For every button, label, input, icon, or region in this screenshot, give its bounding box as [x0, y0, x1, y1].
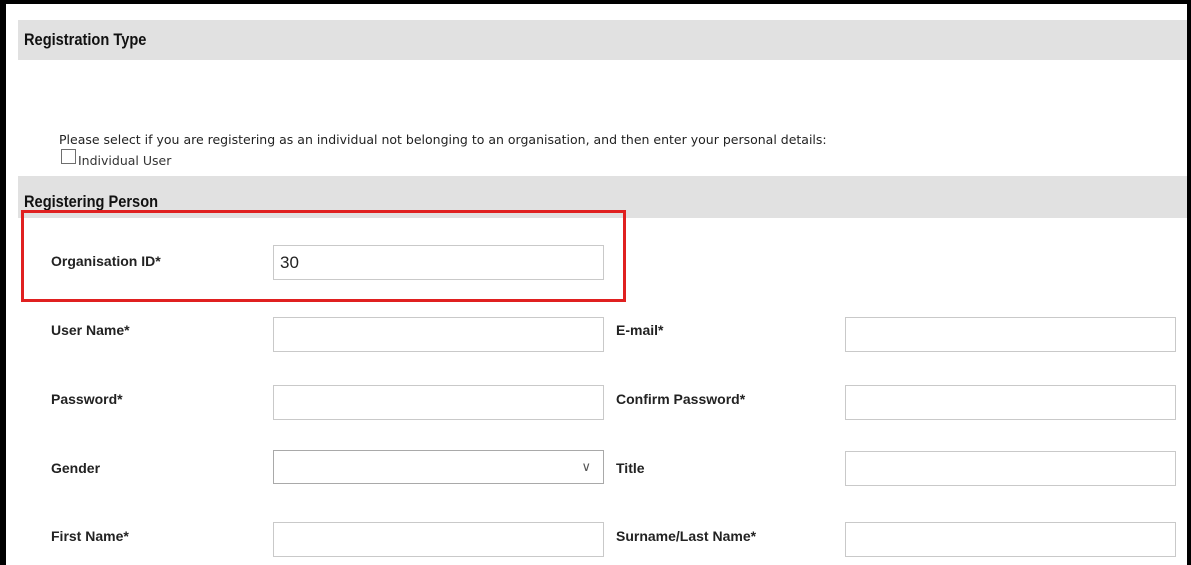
individual-user-checkbox[interactable] — [61, 149, 76, 164]
title-input[interactable] — [845, 451, 1176, 486]
registration-intro-text: Please select if you are registering as … — [59, 132, 827, 147]
individual-user-label[interactable]: Individual User — [78, 154, 171, 168]
title-label: Title — [616, 460, 645, 476]
section-title: Registration Type — [24, 30, 147, 49]
password-input[interactable] — [273, 385, 604, 420]
organisation-id-label: Organisation ID* — [51, 253, 161, 269]
user-name-input[interactable] — [273, 317, 604, 352]
chevron-down-icon[interactable]: ∨ — [581, 460, 591, 475]
first-name-label: First Name* — [51, 528, 129, 544]
first-name-input[interactable] — [273, 522, 604, 557]
email-label: E-mail* — [616, 322, 664, 338]
section-header-registering-person: Registering Person — [18, 176, 1187, 218]
user-name-label: User Name* — [51, 322, 130, 338]
registration-form: Registration Type Please select if you a… — [0, 0, 1191, 565]
last-name-label: Surname/Last Name* — [616, 528, 757, 544]
last-name-input[interactable] — [845, 522, 1176, 557]
individual-user-option[interactable]: Individual User — [61, 149, 171, 168]
confirm-password-label: Confirm Password* — [616, 391, 746, 407]
section-title: Registering Person — [24, 192, 159, 211]
password-label: Password* — [51, 391, 123, 407]
gender-label: Gender — [51, 460, 101, 476]
gender-select[interactable]: ∨ — [273, 450, 604, 484]
email-input[interactable] — [845, 317, 1176, 352]
section-header-registration-type: Registration Type — [18, 20, 1187, 60]
organisation-id-input[interactable] — [273, 245, 604, 280]
confirm-password-input[interactable] — [845, 385, 1176, 420]
